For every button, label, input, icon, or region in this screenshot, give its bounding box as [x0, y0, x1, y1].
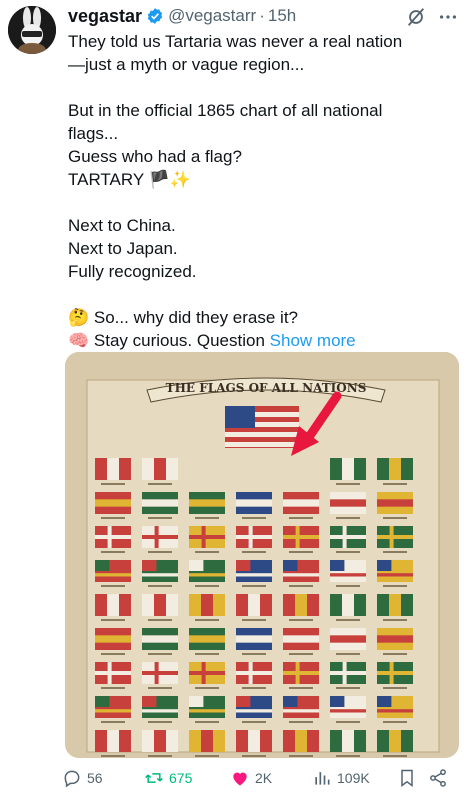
grok-icon[interactable]	[405, 6, 427, 28]
tweet-text: They told us Tartaria was never a real n…	[68, 30, 460, 352]
tweet-line: 🤔 So... why did they erase it?	[68, 308, 298, 327]
views-button[interactable]: 109K	[312, 768, 370, 788]
avatar-image	[8, 6, 56, 54]
bookmark-button[interactable]	[397, 768, 417, 788]
tweet-line: But in the official 1865 chart of all na…	[68, 101, 383, 120]
share-button[interactable]	[428, 768, 448, 788]
repost-count: 675	[169, 770, 193, 786]
share-icon	[430, 769, 446, 787]
tweet-line: Next to Japan.	[68, 239, 178, 258]
tweet-line: 🧠 Stay curious. Question Show more	[68, 329, 460, 352]
tweet-line: TARTARY 🏴✨	[68, 170, 191, 189]
views-icon	[315, 772, 330, 785]
like-count: 2K	[255, 770, 273, 786]
like-button[interactable]: 2K	[230, 768, 272, 788]
large-flag	[225, 406, 299, 448]
tweet-line: Next to China.	[68, 216, 176, 235]
tweet-line: Guess who had a flag?	[68, 147, 242, 166]
tweet-line: —just a myth or vague region...	[68, 55, 305, 74]
avatar[interactable]	[8, 6, 56, 54]
reply-count: 56	[87, 770, 103, 786]
repost-icon	[145, 773, 163, 783]
tweet-image[interactable]: THE FLAGS OF ALL NATIONS	[65, 352, 459, 758]
tweet-line: They told us Tartaria was never a real n…	[68, 32, 403, 51]
reply-button[interactable]: 56	[62, 768, 103, 788]
separator-dot: ·	[259, 6, 265, 25]
tweet-line: Fully recognized.	[68, 262, 197, 281]
repost-button[interactable]: 675	[144, 768, 192, 788]
view-count: 109K	[337, 770, 370, 786]
heart-icon	[233, 772, 247, 786]
show-more-link[interactable]: Show more	[270, 331, 356, 350]
author-name[interactable]: vegastar	[68, 6, 142, 27]
reply-icon	[64, 770, 80, 788]
timestamp[interactable]: 15h	[268, 6, 296, 26]
tweet-line-text: 🧠 Stay curious. Question	[68, 331, 265, 350]
verified-badge-icon	[146, 7, 164, 25]
flags-chart-image: THE FLAGS OF ALL NATIONS	[65, 352, 459, 758]
author-handle[interactable]: @vegastarr	[168, 6, 256, 26]
tweet-line: flags...	[68, 124, 119, 143]
bookmark-icon	[401, 769, 413, 787]
action-bar: 56 675 2K 109K	[62, 764, 462, 792]
tweet-header: vegastar @vegastarr · 15h	[68, 4, 463, 28]
more-options-icon[interactable]	[437, 6, 459, 28]
